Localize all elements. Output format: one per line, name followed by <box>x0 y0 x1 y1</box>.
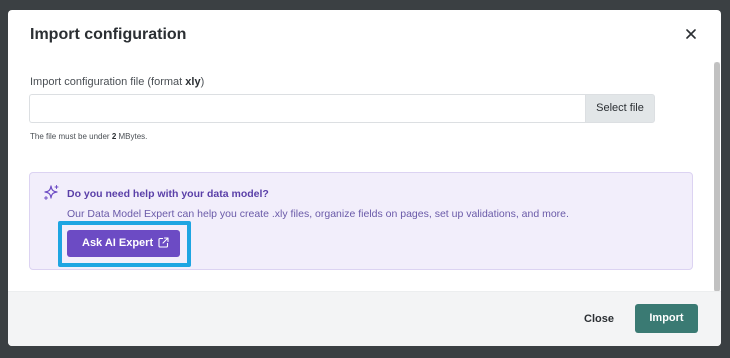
file-size-hint: The file must be under 2 MBytes. <box>30 132 147 141</box>
help-title: Do you need help with your data model? <box>67 188 269 200</box>
scrollbar-thumb[interactable] <box>714 62 720 292</box>
close-button[interactable]: Close <box>584 313 614 325</box>
help-description: Our Data Model Expert can help you creat… <box>67 208 569 220</box>
file-path-input[interactable] <box>29 94 585 123</box>
dialog-footer: Close Import <box>8 291 721 346</box>
dialog-scrollbar[interactable] <box>714 62 720 292</box>
external-link-icon <box>158 237 169 248</box>
dialog-header: Import configuration <box>8 10 721 62</box>
ask-ai-expert-label: Ask AI Expert <box>82 237 154 249</box>
file-size-hint-prefix: The file must be under <box>30 132 112 141</box>
select-file-button[interactable]: Select file <box>585 94 655 123</box>
file-field-label-suffix: ) <box>200 76 205 88</box>
file-field-label-prefix: Import configuration file (format <box>30 76 186 88</box>
file-size-hint-suffix: MBytes. <box>116 132 148 141</box>
file-field-label: Import configuration file (format xly) <box>30 76 204 88</box>
import-button[interactable]: Import <box>635 304 698 333</box>
close-icon-glyph <box>686 29 696 39</box>
import-configuration-dialog: Import configuration Import configuratio… <box>8 10 721 346</box>
sparkle-icon <box>44 185 59 200</box>
ask-ai-expert-button[interactable]: Ask AI Expert <box>67 230 180 257</box>
file-field-label-format: xly <box>185 76 201 88</box>
close-icon[interactable] <box>684 27 698 41</box>
dialog-title: Import configuration <box>30 26 187 43</box>
background-page <box>0 0 730 10</box>
